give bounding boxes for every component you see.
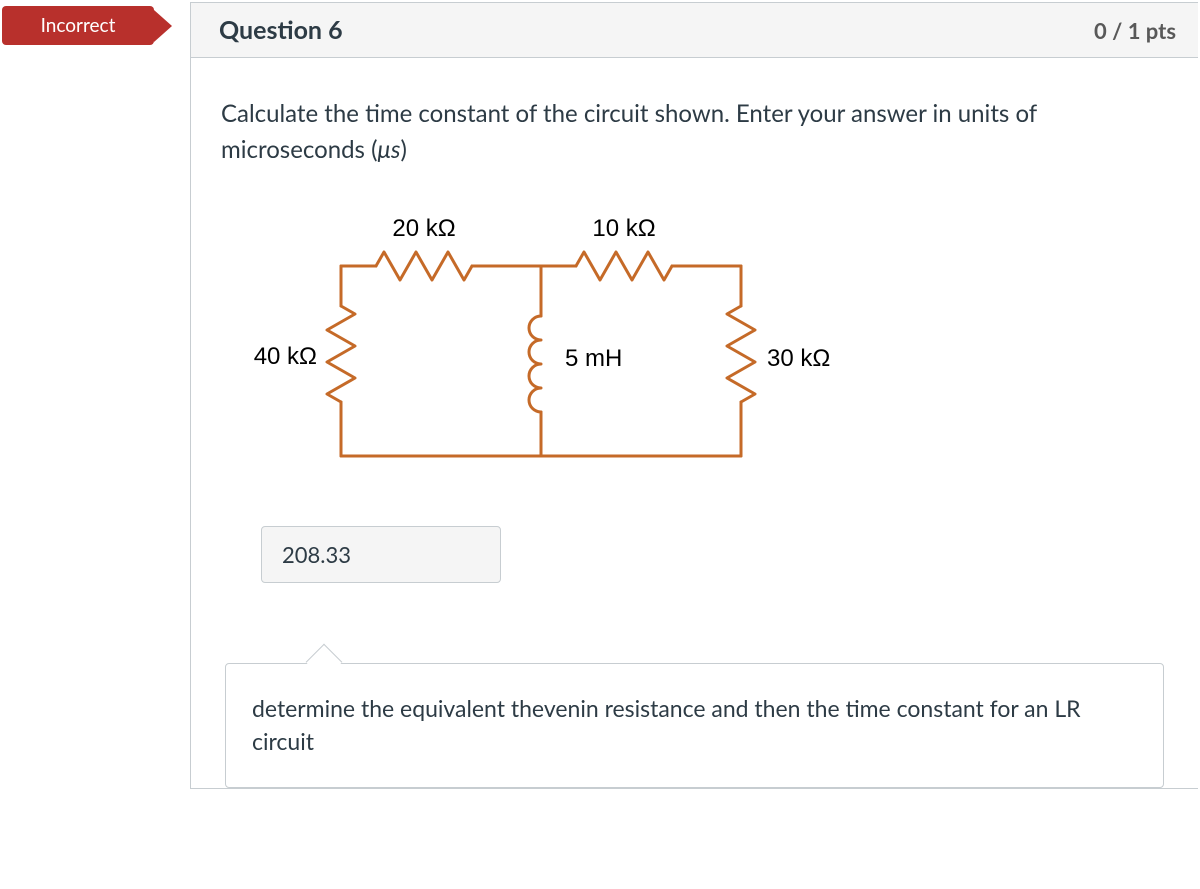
status-badge: Incorrect bbox=[2, 6, 154, 45]
label-r-left: 40 kΩ bbox=[254, 343, 317, 370]
label-r-top-left: 20 kΩ bbox=[392, 215, 455, 242]
question-body: Calculate the time constant of the circu… bbox=[191, 58, 1198, 788]
label-r-top-right: 10 kΩ bbox=[592, 215, 655, 242]
circuit-diagram: 20 kΩ 10 kΩ 40 kΩ 5 mH 30 kΩ bbox=[221, 196, 1168, 476]
question-points: 0 / 1 pts bbox=[1094, 17, 1176, 44]
question-main: Question 6 0 / 1 pts Calculate the time … bbox=[190, 2, 1198, 789]
circuit-svg: 20 kΩ 10 kΩ 40 kΩ 5 mH 30 kΩ bbox=[221, 196, 861, 476]
answer-value: 208.33 bbox=[282, 541, 351, 568]
question-title: Question 6 bbox=[219, 15, 343, 45]
prompt-mu: μs bbox=[378, 135, 401, 164]
prompt-text-pre: Calculate the time constant of the circu… bbox=[221, 99, 1037, 164]
prompt-text-post: ) bbox=[400, 135, 406, 164]
answer-input[interactable]: 208.33 bbox=[261, 526, 501, 583]
label-inductor: 5 mH bbox=[565, 345, 622, 372]
question-prompt: Calculate the time constant of the circu… bbox=[221, 96, 1168, 168]
question-header: Question 6 0 / 1 pts bbox=[191, 2, 1198, 58]
feedback-text: determine the equivalent thevenin resist… bbox=[252, 694, 1081, 755]
status-column: Incorrect bbox=[2, 2, 190, 789]
feedback-box: determine the equivalent thevenin resist… bbox=[225, 663, 1164, 788]
label-r-right: 30 kΩ bbox=[767, 345, 830, 372]
status-label: Incorrect bbox=[41, 14, 116, 37]
question-container: Incorrect Question 6 0 / 1 pts Calculate… bbox=[2, 2, 1198, 789]
feedback-container: determine the equivalent thevenin resist… bbox=[225, 663, 1164, 788]
